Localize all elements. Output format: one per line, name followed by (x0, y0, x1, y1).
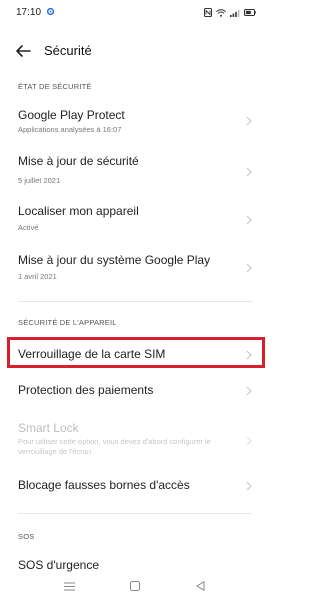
list-item-find-my-device[interactable]: Localiser mon appareil Activé (0, 200, 270, 242)
list-item-security-update[interactable]: Mise à jour de sécurité 5 juillet 2021 (0, 151, 270, 193)
item-subtitle: 5 juillet 2021 (18, 176, 61, 185)
chevron-right-icon (246, 386, 252, 396)
list-item-emergency-sos[interactable]: SOS d'urgence (0, 554, 270, 574)
highlight-box (7, 337, 265, 368)
item-subtitle-line1: Pour utiliser cette option, vous devez d… (18, 437, 211, 446)
chevron-right-icon (246, 436, 252, 446)
list-item-google-play-protect[interactable]: Google Play Protect Applications analysé… (0, 100, 270, 142)
item-title: Protection des paiements (18, 383, 154, 397)
status-icons (204, 8, 256, 17)
item-title: Blocage fausses bornes d'accès (18, 478, 190, 492)
list-item-smart-lock: Smart Lock Pour utiliser cette option, v… (0, 416, 270, 468)
page-title: Sécurité (44, 43, 92, 58)
item-title: Mise à jour de sécurité (18, 154, 139, 168)
item-subtitle-line2: verrouillage de l'écran (18, 447, 92, 456)
wifi-icon (216, 8, 226, 17)
battery-icon (244, 9, 256, 16)
section-device-security: SÉCURITÉ DE L'APPAREIL (18, 318, 117, 327)
item-title: Localiser mon appareil (18, 204, 139, 218)
list-item-google-play-system-update[interactable]: Mise à jour du système Google Play 1 avr… (0, 248, 270, 290)
list-item-fake-base-station-blocking[interactable]: Blocage fausses bornes d'accès (0, 473, 270, 503)
item-subtitle: Applications analysées à 16:07 (18, 125, 122, 134)
section-security-state: ÉTAT DE SÉCURITÉ (18, 82, 92, 91)
item-title: Google Play Protect (18, 108, 125, 122)
status-bar: 17:10 (0, 0, 270, 26)
item-title: SOS d'urgence (18, 558, 100, 572)
back-triangle-icon[interactable] (196, 581, 205, 591)
chevron-right-icon (246, 215, 252, 225)
item-subtitle: 1 avril 2021 (18, 272, 57, 281)
list-item-payment-protection[interactable]: Protection des paiements (0, 378, 270, 408)
chevron-right-icon (246, 481, 252, 491)
status-time: 17:10 (16, 7, 42, 18)
divider (18, 301, 252, 302)
home-icon[interactable] (130, 581, 140, 591)
menu-icon[interactable] (64, 582, 75, 591)
item-title: Mise à jour du système Google Play (18, 253, 211, 267)
chevron-right-icon (246, 116, 252, 126)
back-arrow-icon[interactable] (14, 42, 32, 60)
signal-icon (230, 9, 240, 17)
item-subtitle: Activé (18, 223, 39, 232)
chevron-right-icon (246, 263, 252, 273)
divider (18, 513, 252, 514)
section-sos: SOS (18, 532, 35, 541)
system-nav-bar (0, 574, 270, 600)
item-title: Smart Lock (18, 421, 79, 435)
chevron-right-icon (246, 167, 252, 177)
gear-icon (46, 7, 55, 16)
nfc-icon (204, 8, 212, 17)
app-header: Sécurité (0, 36, 270, 66)
